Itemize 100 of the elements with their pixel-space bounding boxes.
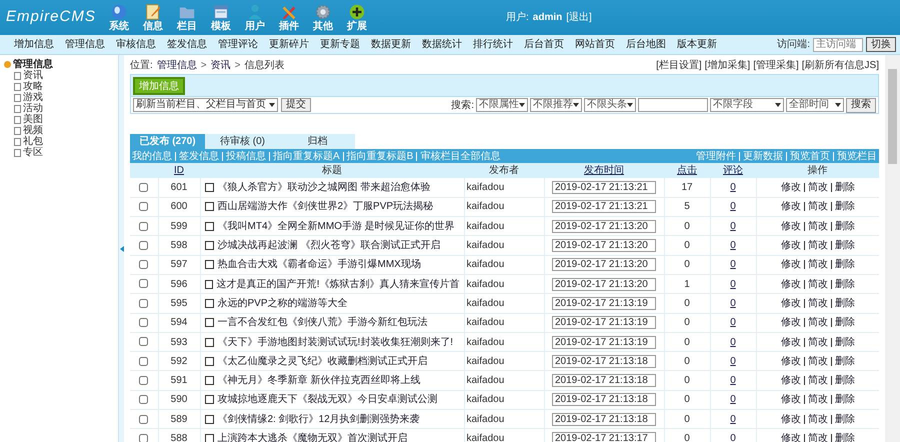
scrollbar[interactable] (885, 55, 900, 442)
collapse-arrow-icon[interactable] (120, 246, 124, 252)
date-field[interactable]: 2019-02-17 21:13:18 (552, 412, 656, 426)
action-link[interactable]: 删除 (834, 199, 855, 214)
date-field[interactable]: 2019-02-17 21:13:20 (552, 278, 656, 291)
top-menu-item[interactable]: 扩展 (343, 3, 371, 33)
filter-select[interactable]: 不限头条 (584, 98, 636, 112)
top-menu-item[interactable]: 模板 (207, 3, 235, 33)
scrollbar-thumb[interactable] (888, 69, 897, 164)
action-link[interactable]: 删除 (834, 315, 855, 330)
action-link[interactable]: 简改 (808, 392, 828, 408)
time-select[interactable]: 全部时间 (786, 98, 844, 112)
action-link[interactable]: 简改 (808, 238, 828, 254)
comments-link[interactable]: 0 (730, 240, 736, 252)
column-header[interactable]: 点击 (664, 163, 710, 178)
action-link[interactable]: 修改 (780, 412, 801, 427)
breadcrumb-link[interactable]: 管理信息 (156, 58, 197, 73)
row-checkbox[interactable] (139, 260, 148, 270)
action-link[interactable]: 修改 (780, 276, 801, 292)
comments-link[interactable]: 0 (730, 220, 736, 232)
tree-item[interactable]: 视频 (23, 125, 43, 136)
action-link[interactable]: 简改 (808, 296, 828, 311)
column-header[interactable]: 发布时间 (544, 163, 664, 178)
action-link[interactable]: 修改 (780, 199, 801, 214)
tree-item[interactable]: 攻略 (23, 81, 43, 92)
comments-link[interactable]: 0 (730, 182, 736, 193)
action-link[interactable]: 修改 (780, 373, 801, 388)
row-checkbox[interactable] (139, 376, 148, 385)
top-menu-item[interactable]: 用户 (241, 3, 269, 33)
breadcrumb-link[interactable]: 资讯 (210, 58, 231, 73)
column-header[interactable]: ID (158, 163, 200, 178)
action-link[interactable]: 修改 (780, 392, 801, 408)
submit-button[interactable]: 提交 (281, 98, 311, 112)
title-link[interactable]: 《太乙仙魔录之灵飞纪》收藏删档测试正式开启 (218, 354, 428, 369)
action-link[interactable]: 简改 (808, 373, 828, 388)
comments-link[interactable]: 0 (730, 201, 736, 212)
title-link[interactable]: 《天下》手游地图封装测试试玩!封装收集狂潮则来了! (218, 334, 454, 350)
nav-link[interactable]: 数据统计 (422, 37, 462, 52)
row-checkbox[interactable] (139, 318, 148, 328)
top-menu-item[interactable]: 其他 (309, 3, 337, 33)
title-link[interactable]: 《狼人杀官方》联动沙之城网图 带来超治愈体验 (218, 180, 430, 195)
date-field[interactable]: 2019-02-17 21:13:21 (552, 200, 656, 214)
action-link[interactable]: 修改 (780, 238, 801, 254)
tree-item[interactable]: 活动 (23, 103, 43, 114)
action-link[interactable]: 修改 (780, 257, 801, 272)
date-field[interactable]: 2019-02-17 21:13:20 (552, 239, 656, 252)
nav-link[interactable]: 管理信息 (65, 37, 105, 52)
column-header[interactable]: 评论 (710, 163, 756, 178)
comments-link[interactable]: 0 (730, 433, 736, 442)
action-link[interactable]: 简改 (808, 354, 828, 369)
row-checkbox[interactable] (139, 182, 148, 192)
comments-link[interactable]: 0 (730, 298, 736, 309)
row-checkbox[interactable] (139, 202, 148, 212)
row-checkbox[interactable] (139, 298, 148, 308)
action-link[interactable]: 删除 (834, 257, 855, 272)
row-checkbox[interactable] (139, 414, 148, 424)
date-field[interactable]: 2019-02-17 21:13:19 (552, 336, 656, 349)
comments-link[interactable]: 0 (730, 414, 736, 425)
title-link[interactable]: 热血合击大戏《霸者命运》手游引爆MMX现场 (218, 257, 421, 272)
nav-link[interactable]: 排行统计 (473, 37, 513, 52)
comments-link[interactable]: 0 (730, 356, 736, 367)
tree-item[interactable]: 资讯 (23, 70, 43, 81)
nav-link[interactable]: 数据更新 (371, 37, 411, 52)
action-link[interactable]: 修改 (780, 354, 801, 369)
action-link[interactable]: 修改 (780, 180, 801, 195)
nav-link[interactable]: 签发信息 (167, 37, 207, 52)
tab[interactable]: 归档 (280, 134, 355, 149)
title-link[interactable]: 沙城决战再起波澜 《烈火苍穹》联合测试正式开启 (218, 238, 440, 254)
comments-link[interactable]: 0 (730, 336, 736, 348)
row-checkbox[interactable] (139, 279, 148, 288)
action-link[interactable]: 修改 (780, 218, 801, 234)
tab[interactable]: 待审核 (0) (205, 134, 280, 149)
nav-link[interactable]: 网站首页 (575, 37, 615, 52)
comments-link[interactable]: 0 (730, 278, 736, 290)
date-field[interactable]: 2019-02-17 21:13:18 (552, 393, 656, 406)
action-link[interactable]: 简改 (808, 276, 828, 292)
row-checkbox[interactable] (139, 356, 148, 366)
date-field[interactable]: 2019-02-17 21:13:19 (552, 316, 656, 330)
action-link[interactable]: 简改 (808, 199, 828, 214)
date-field[interactable]: 2019-02-17 21:13:20 (552, 220, 656, 233)
row-checkbox[interactable] (139, 395, 148, 404)
refresh-select[interactable]: 刷新当前栏目、父栏目与首页 (133, 98, 278, 112)
title-link[interactable]: 西山居端游大作《剑侠世界2》丁服PVP玩法揭秘 (218, 199, 434, 214)
action-link[interactable]: 简改 (808, 334, 828, 350)
search-field[interactable] (638, 98, 708, 112)
nav-link[interactable]: 更新碎片 (269, 37, 309, 52)
title-link[interactable]: 永远的PVP之称的端游等大全 (218, 296, 348, 311)
comments-link[interactable]: 0 (730, 317, 736, 328)
access-select[interactable]: 主访问端 (813, 38, 863, 52)
tree-item[interactable]: 管理信息 (13, 59, 53, 70)
nav-link[interactable]: 版本更新 (677, 37, 717, 52)
tree-item[interactable]: 美图 (23, 114, 43, 125)
action-link[interactable]: 简改 (808, 412, 828, 427)
nav-link[interactable]: 后台地图 (626, 37, 666, 52)
action-link[interactable]: 删除 (834, 276, 855, 292)
top-link[interactable]: [增加采集] (704, 58, 750, 73)
date-field[interactable]: 2019-02-17 21:13:17 (552, 432, 656, 442)
tree-item[interactable]: 游戏 (23, 92, 43, 103)
comments-link[interactable]: 0 (730, 394, 736, 406)
action-link[interactable]: 删除 (834, 354, 855, 369)
